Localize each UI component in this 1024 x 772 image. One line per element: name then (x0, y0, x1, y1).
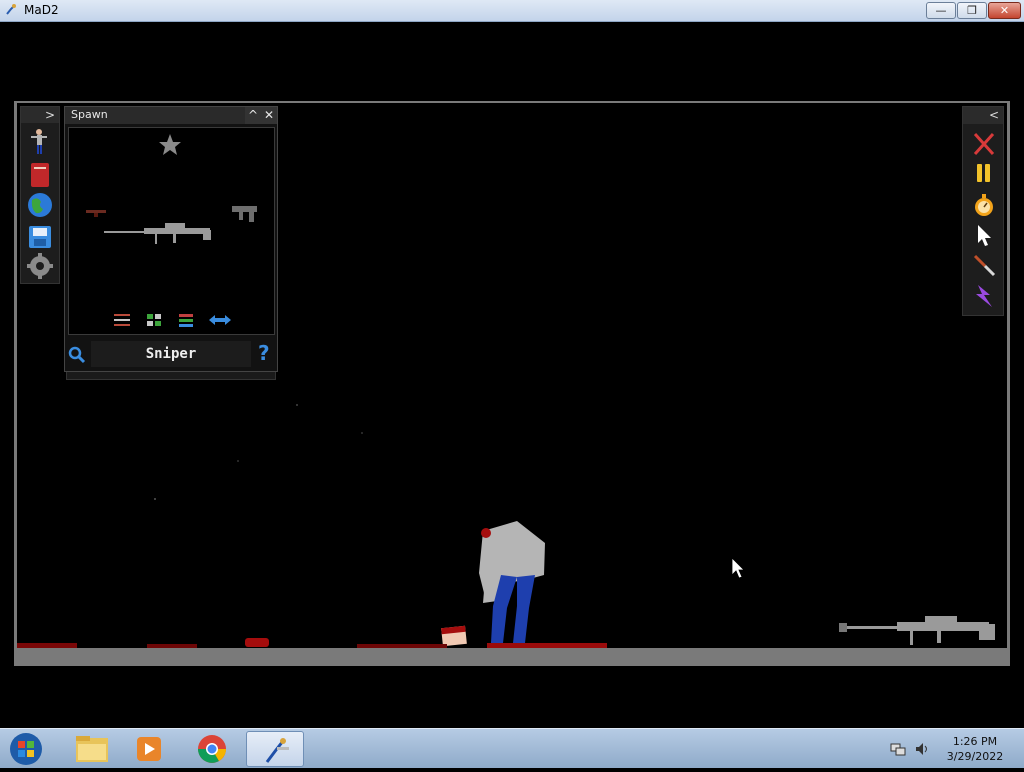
clear-x-icon[interactable] (970, 131, 998, 157)
small-gun-icon[interactable] (86, 210, 106, 217)
close-window-button[interactable]: ✕ (988, 2, 1021, 19)
taskbar-clock[interactable]: 1:26 PM 3/29/2022 (940, 734, 1010, 764)
sniper-rifle-item[interactable] (839, 616, 995, 645)
dust-particle (296, 404, 298, 406)
book-icon[interactable] (25, 161, 55, 189)
swap-arrows-icon[interactable] (209, 315, 231, 325)
settings-icon[interactable] (25, 252, 55, 280)
spawn-panel-footer (66, 372, 276, 380)
chrome-icon (198, 735, 226, 763)
window-title: MaD2 (24, 3, 59, 17)
help-icon[interactable]: ? (258, 341, 270, 365)
stopwatch-icon[interactable] (970, 192, 998, 218)
right-toolbar-header: < (963, 107, 1003, 124)
start-orb-icon[interactable] (6, 730, 46, 768)
taskbar-chrome[interactable] (183, 731, 241, 767)
mouse-cursor-icon (731, 557, 745, 579)
search-row: Sniper ? (65, 339, 277, 369)
close-panel-icon[interactable]: ✕ (261, 107, 277, 124)
ground-floor (14, 648, 1010, 666)
taskbar: 1:26 PM 3/29/2022 (0, 728, 1024, 768)
spawn-item-grid (68, 127, 275, 335)
grid-view-icon[interactable] (147, 314, 161, 326)
media-player-icon (137, 737, 161, 761)
volume-icon[interactable] (914, 741, 930, 757)
spawn-panel: Spawn ^ ✕ Sniper ? (64, 106, 278, 372)
knife-icon[interactable] (970, 252, 998, 278)
folder-icon (76, 736, 108, 762)
globe-icon[interactable] (25, 191, 55, 219)
ragdoll-human[interactable] (479, 521, 545, 643)
blood-pool (245, 638, 269, 647)
taskbar-file-explorer[interactable] (64, 731, 122, 767)
sniper-rifle-icon[interactable] (104, 223, 211, 244)
dust-particle (361, 432, 363, 434)
network-icon[interactable] (890, 741, 906, 757)
app-icon (6, 4, 16, 15)
dust-particle (154, 498, 156, 500)
minimize-button[interactable]: — (926, 2, 956, 19)
ragdoll-right-leg (513, 575, 535, 643)
ragdoll-head[interactable] (441, 625, 467, 647)
smg-icon[interactable] (232, 206, 257, 222)
close-icon: ✕ (999, 4, 1010, 17)
spawn-search-input[interactable]: Sniper (91, 341, 251, 367)
dust-particle (237, 460, 239, 462)
spawn-panel-header[interactable]: Spawn ^ ✕ (65, 107, 277, 124)
right-toolbar: < (962, 106, 1004, 316)
sliders-icon[interactable] (114, 314, 130, 326)
expand-toolbar-icon[interactable]: > (45, 107, 55, 123)
mad2-icon (265, 738, 289, 763)
cursor-icon[interactable] (970, 222, 998, 248)
taskbar-mad2[interactable] (246, 731, 304, 767)
ragdoll-neck-wound (481, 528, 491, 538)
collapse-toolbar-icon[interactable]: < (989, 107, 999, 124)
taskbar-media-player[interactable] (120, 731, 178, 767)
collapse-panel-icon[interactable]: ^ (245, 107, 261, 124)
clock-date: 3/29/2022 (946, 750, 1004, 763)
restore-icon: ❐ (967, 4, 977, 17)
window-titlebar: MaD2 — ❐ ✕ (0, 0, 1024, 22)
list-view-icon[interactable] (179, 314, 193, 327)
left-toolbar: > (20, 106, 60, 284)
clock-time: 1:26 PM (952, 735, 998, 748)
search-icon[interactable] (68, 346, 86, 364)
minimize-icon: — (935, 4, 947, 17)
left-toolbar-header: > (21, 107, 59, 123)
spawn-panel-title: Spawn (71, 108, 108, 121)
maximize-button[interactable]: ❐ (957, 2, 987, 19)
pause-icon[interactable] (970, 160, 998, 186)
ragdoll-icon[interactable] (25, 127, 55, 155)
save-icon[interactable] (25, 223, 55, 251)
lightning-icon[interactable] (970, 283, 998, 309)
star-icon[interactable] (159, 134, 181, 155)
